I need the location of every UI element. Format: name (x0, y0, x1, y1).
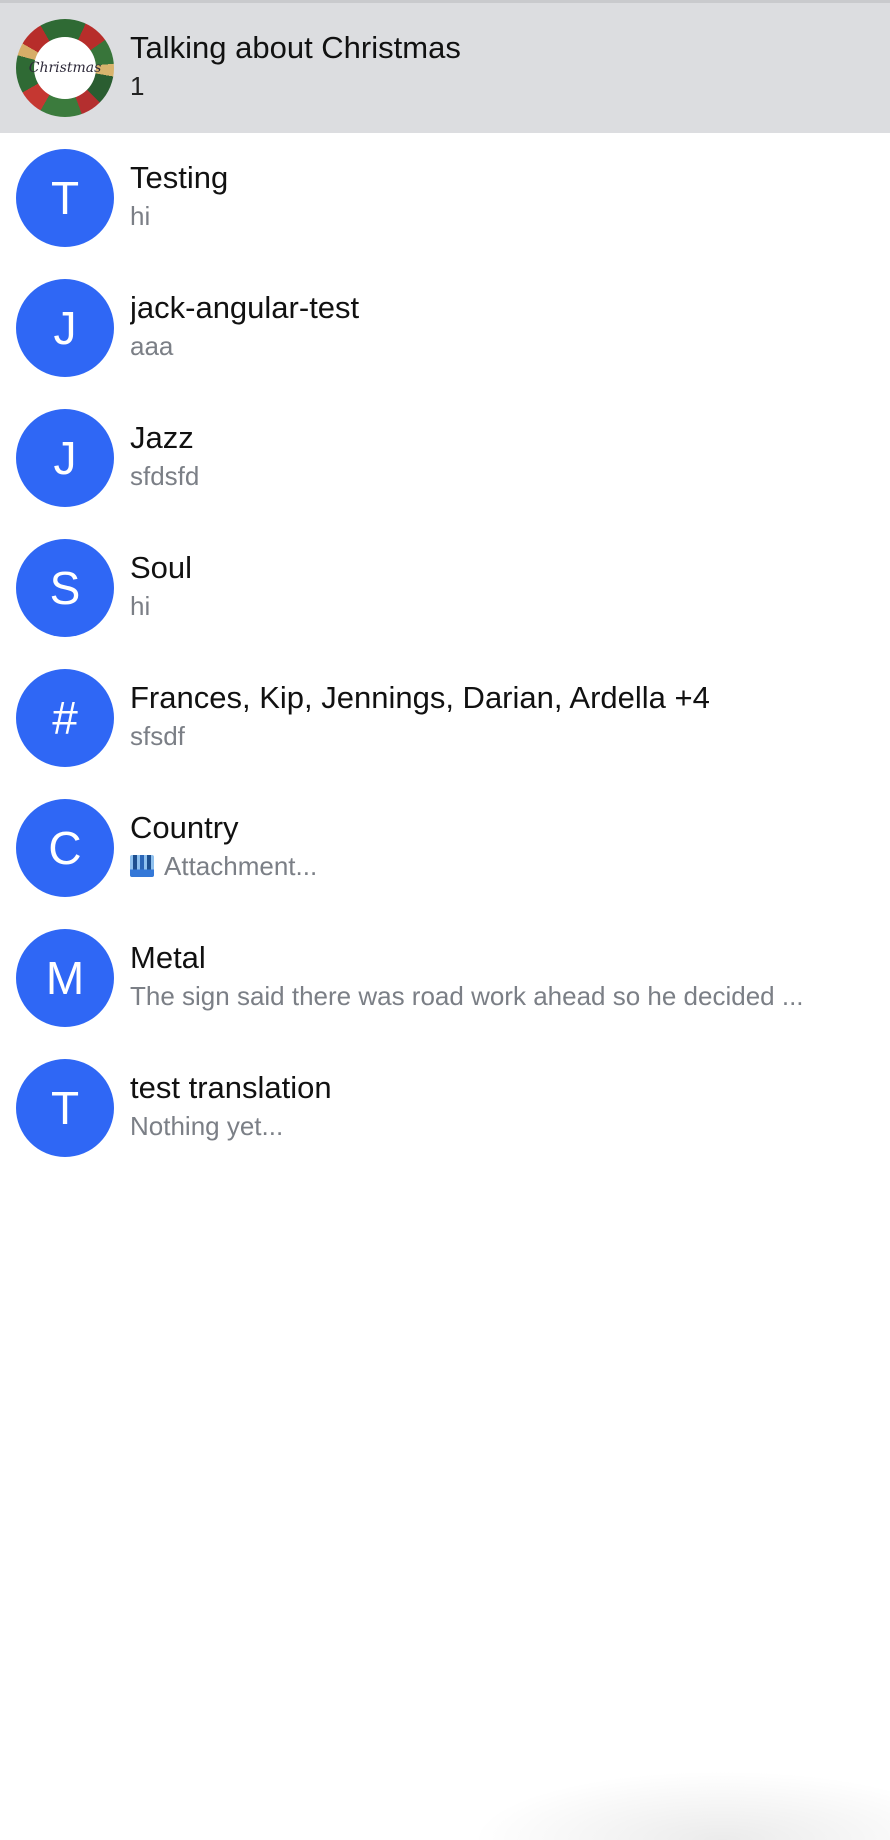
channel-preview-with-attachment: Attachment... (130, 849, 878, 883)
channel-preview: hi (130, 591, 151, 621)
channel-text: Metal The sign said there was road work … (130, 939, 878, 1013)
channel-name: Country (130, 810, 239, 845)
channel-row-talking-about-christmas[interactable]: Christmas Talking about Christmas 1 (0, 3, 890, 133)
image-attachment-icon (130, 855, 154, 877)
channel-avatar: M (16, 929, 114, 1027)
channel-row-test-translation[interactable]: T test translation Nothing yet... (0, 1043, 890, 1173)
channel-preview: sfdsfd (130, 461, 200, 491)
channel-text: Testing hi (130, 159, 878, 233)
channel-preview: The sign said there was road work ahead … (130, 981, 804, 1011)
bottom-shadow (470, 1770, 890, 1840)
channel-text: jack-angular-test aaa (130, 289, 878, 363)
channel-avatar: J (16, 279, 114, 377)
channel-name: Jazz (130, 420, 194, 455)
channel-list: Christmas Talking about Christmas 1 T Te… (0, 3, 890, 1173)
channel-row-testing[interactable]: T Testing hi (0, 133, 890, 263)
channel-name: Soul (130, 550, 193, 585)
channel-preview: sfsdf (130, 721, 185, 751)
channel-avatar: T (16, 149, 114, 247)
channel-text: Talking about Christmas 1 (130, 29, 878, 103)
channel-row-group-dm[interactable]: # Frances, Kip, Jennings, Darian, Ardell… (0, 653, 890, 783)
channel-row-metal[interactable]: M Metal The sign said there was road wor… (0, 913, 890, 1043)
channel-name: jack-angular-test (130, 290, 360, 325)
channel-row-jazz[interactable]: J Jazz sfdsfd (0, 393, 890, 523)
channel-name: Talking about Christmas (130, 30, 461, 65)
christmas-wreath-icon: Christmas (29, 37, 101, 99)
channel-row-country[interactable]: C Country Attachment... (0, 783, 890, 913)
channel-avatar: # (16, 669, 114, 767)
channel-avatar: T (16, 1059, 114, 1157)
channel-avatar: J (16, 409, 114, 507)
channel-preview: aaa (130, 331, 174, 361)
channel-preview: 1 (130, 71, 145, 101)
channel-text: Frances, Kip, Jennings, Darian, Ardella … (130, 679, 878, 753)
channel-preview: Attachment... (164, 851, 318, 881)
channel-text: Country Attachment... (130, 809, 878, 883)
channel-avatar-image: Christmas (16, 19, 114, 117)
channel-text: Soul hi (130, 549, 878, 623)
channel-preview: hi (130, 201, 151, 231)
channel-avatar: S (16, 539, 114, 637)
channel-text: Jazz sfdsfd (130, 419, 878, 493)
channel-text: test translation Nothing yet... (130, 1069, 878, 1143)
channel-row-soul[interactable]: S Soul hi (0, 523, 890, 653)
channel-avatar: C (16, 799, 114, 897)
channel-name: Metal (130, 940, 206, 975)
avatar-image-label: Christmas (28, 60, 102, 76)
channel-name: Frances, Kip, Jennings, Darian, Ardella … (130, 680, 710, 715)
channel-preview: Nothing yet... (130, 1111, 284, 1141)
channel-row-jack-angular-test[interactable]: J jack-angular-test aaa (0, 263, 890, 393)
channel-name: Testing (130, 160, 229, 195)
channel-name: test translation (130, 1070, 332, 1105)
